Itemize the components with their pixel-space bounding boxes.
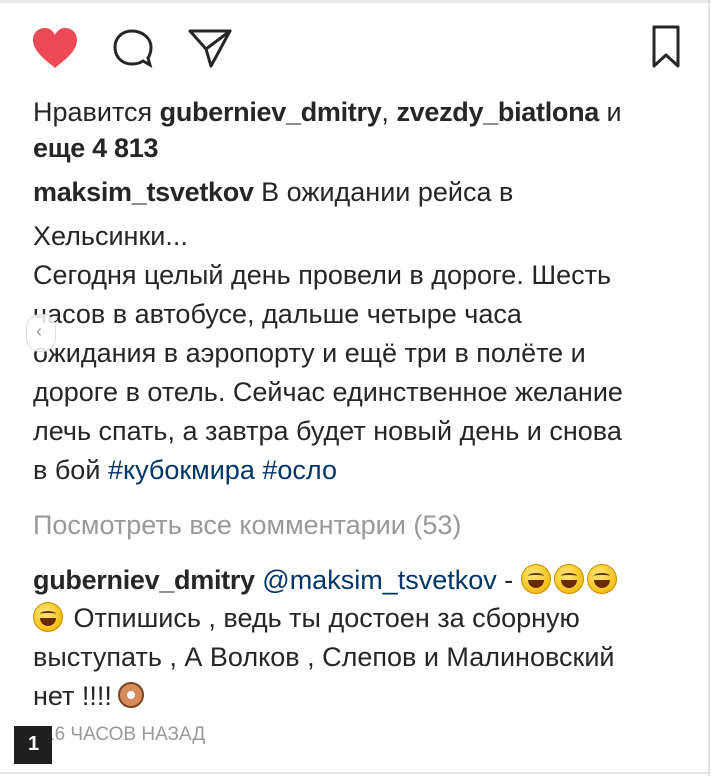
laughing-emoji-icon bbox=[33, 602, 63, 632]
bottom-divider bbox=[0, 772, 711, 774]
avatar-letter: 1 bbox=[28, 733, 40, 755]
caption-line-8: в бой #кубокмира #осло bbox=[33, 453, 337, 488]
caption-line-6: дороге в отель. Сейчас единственное жела… bbox=[33, 377, 623, 407]
comment-line-1: guberniev_dmitry @maksim_tsvetkov - bbox=[33, 563, 620, 598]
caption-author[interactable]: maksim_tsvetkov bbox=[33, 177, 254, 207]
avatar-badge: 1 bbox=[14, 726, 52, 764]
share-icon[interactable] bbox=[186, 26, 234, 70]
chevron-left-icon: ‹ bbox=[36, 321, 42, 341]
bookmark-icon[interactable] bbox=[650, 25, 682, 69]
likes-user-2[interactable]: zvezdy_biatlona bbox=[396, 97, 599, 127]
likes-line-1: Нравится guberniev_dmitry, zvezdy_biatlo… bbox=[33, 95, 622, 130]
instagram-post-details: Нравится guberniev_dmitry, zvezdy_biatlo… bbox=[0, 0, 711, 776]
comment-text-2: Отпишись , ведь ты достоен за сборную bbox=[73, 603, 580, 633]
comment-text-4: нет !!!! bbox=[33, 681, 112, 711]
comment-author[interactable]: guberniev_dmitry bbox=[33, 565, 255, 595]
caption-text-8: в бой bbox=[33, 455, 101, 485]
comment-line-4: нет !!!! bbox=[33, 679, 144, 714]
caption-line-1: maksim_tsvetkov В ожидании рейса в bbox=[33, 175, 513, 210]
right-divider bbox=[708, 0, 710, 776]
likes-line-2: еще 4 813 bbox=[33, 131, 158, 166]
likes-prefix: Нравится bbox=[33, 97, 153, 127]
caption-text-1: В ожидании рейса в bbox=[261, 177, 514, 207]
caption-line-7: лечь спать, а завтра будет новый день и … bbox=[33, 416, 622, 446]
heart-icon[interactable] bbox=[30, 26, 80, 70]
likes-count[interactable]: еще 4 813 bbox=[33, 133, 158, 163]
hashtag-kubokmira[interactable]: #кубокмира bbox=[108, 455, 255, 485]
post-timestamp: 16 ЧАСОВ НАЗАД bbox=[44, 724, 206, 745]
comment-dash: - bbox=[504, 565, 514, 595]
comment-line-3: выступать , А Волков , Слепов и Малиновс… bbox=[33, 642, 615, 672]
caption-line-4: часов в автобусе, дальше четыре часа bbox=[33, 299, 522, 329]
caption-line-5: ожидания в аэропорту и ещё три в полёте … bbox=[33, 338, 586, 368]
hashtag-oslo[interactable]: #осло bbox=[262, 455, 337, 485]
donut-emoji-icon bbox=[117, 682, 144, 708]
likes-user-1[interactable]: guberniev_dmitry bbox=[160, 97, 382, 127]
laughing-emoji-icon bbox=[586, 564, 617, 594]
likes-separator: , bbox=[381, 97, 389, 127]
top-divider bbox=[0, 0, 711, 3]
laughing-emoji-icon bbox=[520, 564, 551, 594]
caption-line-3: Сегодня целый день провели в дороге. Шес… bbox=[33, 260, 612, 290]
caption-line-2: Хельсинки... bbox=[33, 221, 188, 251]
comment-mention[interactable]: @maksim_tsvetkov bbox=[262, 565, 496, 595]
previous-arrow-button[interactable]: ‹ bbox=[26, 314, 56, 352]
comment-line-2: Отпишись , ведь ты достоен за сборную bbox=[33, 601, 580, 636]
comment-icon[interactable] bbox=[111, 27, 153, 69]
view-all-comments-link[interactable]: Посмотреть все комментарии (53) bbox=[33, 508, 461, 543]
laughing-emoji-icon bbox=[553, 564, 584, 594]
post-actions-bar bbox=[0, 18, 711, 78]
likes-and: и bbox=[606, 97, 622, 127]
